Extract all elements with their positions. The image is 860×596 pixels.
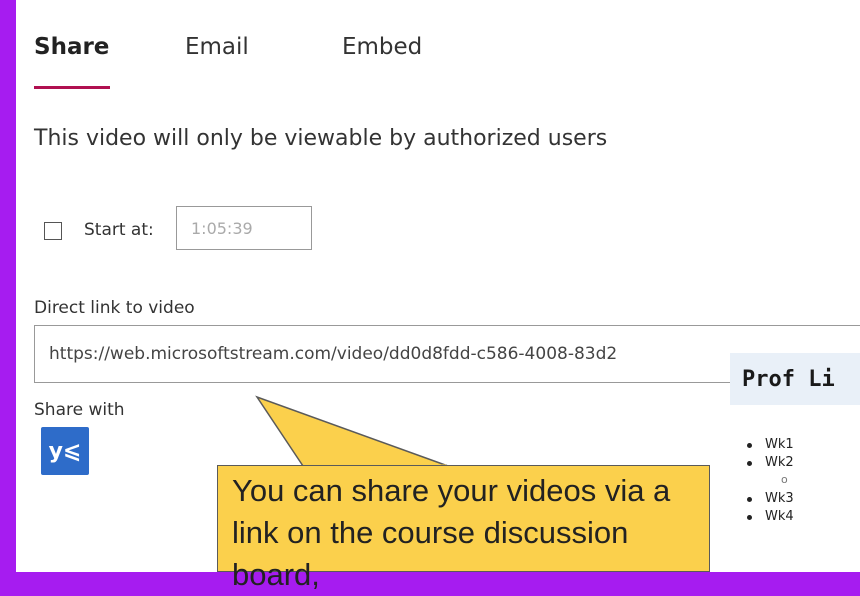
list-item: Wk2 [745, 455, 794, 473]
active-tab-indicator [34, 86, 110, 89]
frame-decoration [0, 95, 16, 295]
yammer-icon: y⩽ [48, 438, 82, 464]
authorization-notice: This video will only be viewable by auth… [34, 126, 608, 151]
share-with-label: Share with [34, 400, 125, 420]
tab-share[interactable]: Share [34, 34, 109, 60]
tab-embed[interactable]: Embed [342, 34, 422, 60]
list-item: Wk3 [745, 491, 794, 509]
yammer-share-button[interactable]: y⩽ [41, 427, 89, 475]
document-title: Prof Li [742, 367, 835, 392]
start-at-checkbox[interactable] [44, 222, 62, 240]
document-list: Wk1 Wk2 o Wk3 Wk4 [745, 437, 794, 527]
background-document: Prof Li Wk1 Wk2 o Wk3 Wk4 [730, 353, 860, 572]
tab-email[interactable]: Email [185, 34, 249, 60]
list-item: Wk4 [745, 509, 794, 527]
start-at-label: Start at: [84, 220, 154, 240]
list-sub-item: o [781, 473, 788, 486]
instruction-callout: You can share your videos via a link on … [217, 465, 710, 592]
callout-text: You can share your videos via a link on … [232, 473, 671, 592]
list-item: Wk1 [745, 437, 794, 455]
start-time-input[interactable] [176, 206, 312, 250]
direct-link-label: Direct link to video [34, 298, 195, 318]
